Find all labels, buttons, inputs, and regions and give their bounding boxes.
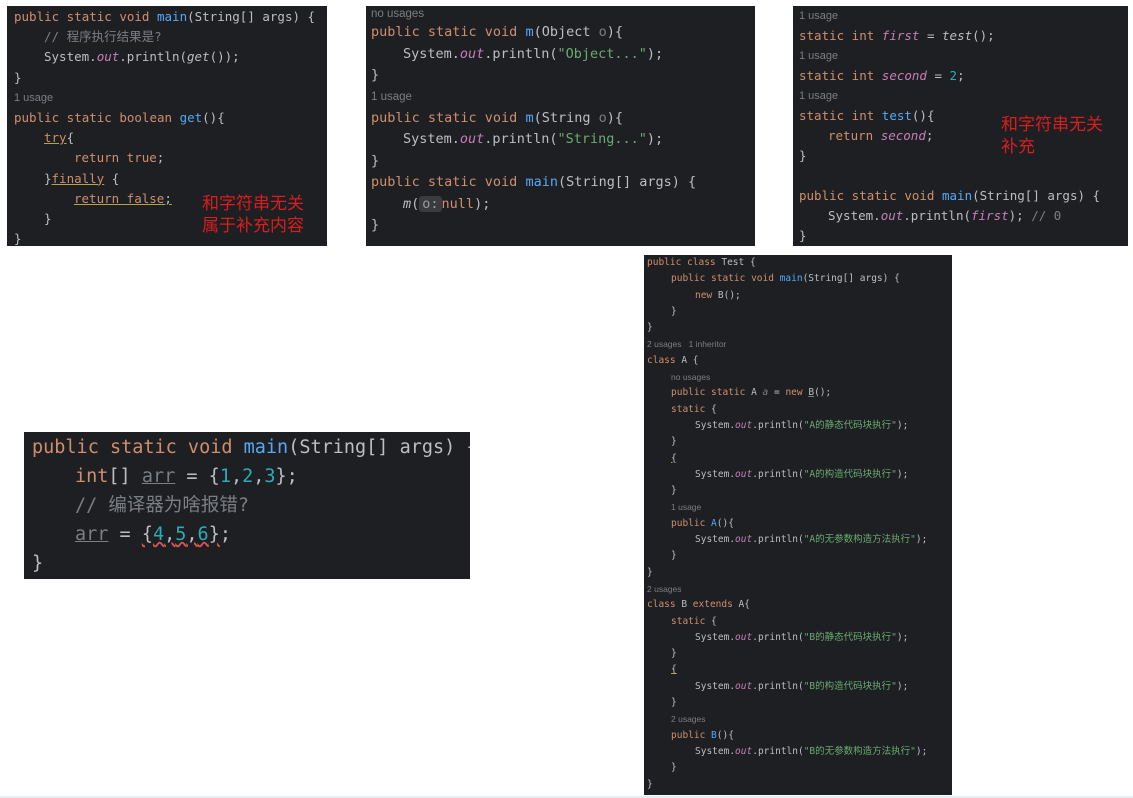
code-line: } — [671, 697, 677, 709]
usage-hint[interactable]: 1 usage — [371, 87, 755, 108]
code-line: { — [671, 452, 677, 464]
code-line: return true; — [74, 150, 165, 166]
code-line: public static void m(String o){ — [371, 109, 624, 126]
code-line: { — [671, 664, 677, 676]
code-line: } — [647, 322, 653, 334]
code-line: System.out.println(first); // 0 — [828, 208, 1062, 223]
code-line: } — [647, 566, 653, 578]
usage-hint[interactable]: 1 usage — [799, 86, 1128, 106]
code-line: } — [671, 648, 677, 660]
usage-hint[interactable]: no usages — [647, 369, 952, 385]
code-panel-static-init: 1 usage static int first = test(); 1 usa… — [793, 6, 1128, 246]
code-line: System.out.println(get()); — [44, 49, 240, 65]
code-line: public static void main(String[] args) { — [799, 188, 1101, 203]
usage-hint[interactable]: 1 usage — [14, 88, 327, 108]
code-panel-get-finally: public static void main(String[] args) {… — [7, 6, 327, 246]
code-line: } — [671, 436, 677, 448]
code-line: class A { — [647, 354, 699, 366]
usage-hint[interactable]: 1 usage — [799, 6, 1128, 26]
parameter-hint-chip: o: — [419, 195, 442, 212]
code-panel-class-init-order: public class Test { public static void m… — [644, 255, 952, 795]
code-line: System.out.println("A的静态代码块执行"); — [695, 419, 909, 431]
code-line: public static void main(String[] args) { — [14, 9, 316, 24]
code-comment: // 编译器为啥报错? — [75, 495, 250, 516]
code-line: System.out.println("B的无参数构造方法执行"); — [695, 745, 928, 757]
code-line: } — [371, 217, 380, 233]
code-line: } — [671, 305, 677, 317]
code-panel-array-init: public static void main(String[] args) {… — [24, 432, 470, 579]
code-line: } — [671, 550, 677, 562]
code-line: System.out.println("Object..."); — [403, 45, 664, 62]
code-line: try{ — [44, 130, 75, 146]
code-line: } — [371, 152, 380, 169]
usage-hint[interactable]: no usages — [371, 6, 755, 22]
code-line: class B extends A{ — [647, 599, 750, 611]
code-line: public static boolean get(){ — [14, 110, 225, 126]
code-line: System.out.println("B的静态代码块执行"); — [695, 631, 909, 643]
usage-hint[interactable]: 1 usage — [799, 46, 1128, 66]
code-line: } — [14, 69, 22, 85]
code-line: static int second = 2; — [799, 68, 965, 83]
code-line: new B(); — [695, 289, 741, 301]
code-line: m(o: null); — [403, 195, 491, 212]
code-line: public static void m(Object o){ — [371, 24, 624, 40]
code-panel-overload: no usages public static void m(Object o)… — [366, 6, 755, 246]
usage-hint[interactable]: 2 usages — [647, 711, 952, 727]
code-line: System.out.println("B的构造代码块执行"); — [695, 680, 909, 692]
code-line: System.out.println("A的无参数构造方法执行"); — [695, 534, 928, 546]
code-line: public B(){ — [671, 729, 734, 741]
code-line: System.out.println("String..."); — [403, 131, 664, 147]
code-line: static { — [671, 615, 717, 627]
code-line: } — [799, 228, 807, 243]
code-line: } — [32, 553, 44, 574]
code-line-error: arr = {4,5,6}; — [75, 524, 231, 545]
code-line: } — [371, 67, 380, 83]
code-line: }finally { — [44, 170, 120, 186]
annotation-note: 和字符串无关 补充 — [1001, 115, 1103, 157]
code-line: static { — [671, 403, 717, 415]
code-line: public static A a = new B(); — [671, 387, 832, 399]
code-line: public static void main(String[] args) { — [371, 174, 697, 190]
code-line: public class Test { — [647, 257, 756, 268]
code-line: System.out.println("A的构造代码块执行"); — [695, 468, 909, 480]
code-line: } — [647, 778, 653, 790]
code-line: public A(){ — [671, 517, 734, 529]
usage-hint[interactable]: 1 usage — [647, 499, 952, 515]
code-line: static int first = test(); — [799, 28, 995, 43]
code-line: } — [671, 485, 677, 497]
usage-hint[interactable]: 2 usages 1 inheritor — [647, 336, 952, 352]
code-line: public static void main(String[] args) { — [32, 437, 470, 458]
code-comment: // 程序执行结果是? — [44, 29, 162, 45]
code-line: int[] arr = {1,2,3}; — [75, 466, 298, 487]
annotation-note: 和字符串无关 属于补充内容 — [202, 194, 304, 236]
code-line: } — [671, 762, 677, 774]
usage-hint[interactable]: 2 usages — [647, 581, 952, 597]
code-line: public static void main(String[] args) { — [671, 273, 900, 285]
